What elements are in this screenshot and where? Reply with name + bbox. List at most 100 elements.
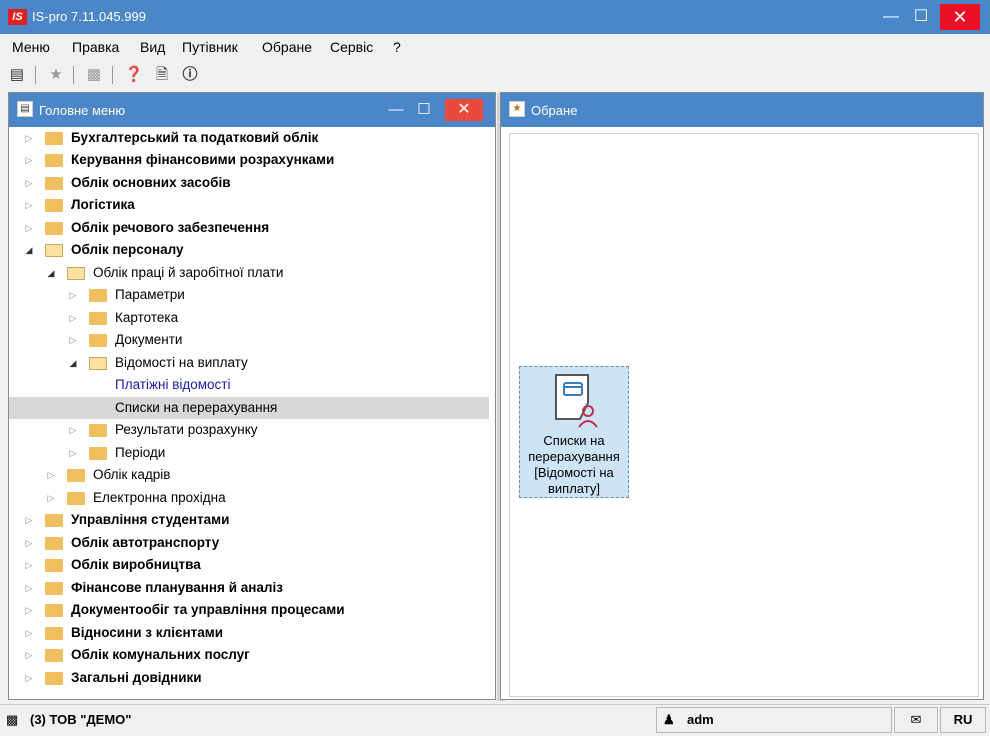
tree-item[interactable]: ▷ Параметри — [9, 284, 489, 306]
expand-arrow-icon[interactable]: ▷ — [23, 131, 35, 145]
language-indicator[interactable]: RU — [940, 707, 986, 733]
expand-arrow-icon[interactable]: ▷ — [67, 333, 79, 347]
folder-icon — [45, 199, 63, 212]
tree-item-label[interactable]: Списки на перерахування — [115, 400, 277, 415]
tree-item[interactable]: ▷ Документообіг та управління процесами — [9, 599, 489, 621]
tree-item[interactable]: ▷ Періоди — [9, 442, 489, 464]
folder-icon — [45, 582, 63, 595]
open-folder-icon — [67, 267, 85, 280]
tree-item[interactable]: ▷ Облік речового забезпечення — [9, 217, 489, 239]
expand-arrow-icon[interactable]: ▷ — [67, 423, 79, 437]
expand-arrow-icon[interactable]: ▷ — [23, 626, 35, 640]
folder-icon — [45, 672, 63, 685]
tree-item[interactable]: Платіжні відомості — [9, 374, 489, 396]
menu-item-view[interactable]: Вид — [140, 39, 165, 55]
collapse-arrow-icon[interactable]: ◢ — [23, 243, 35, 257]
open-folder-icon — [89, 357, 107, 370]
tree-item[interactable]: ▷ Відносини з клієнтами — [9, 622, 489, 644]
document-list-icon[interactable]: ▤ — [7, 65, 27, 85]
toolbar: ▤ ★ ▩ ❓ 🗎 ⓘ — [0, 62, 990, 88]
tree-item[interactable]: ▷ Облік кадрів — [9, 464, 489, 486]
tree-item[interactable]: ▷ Електронна прохідна — [9, 487, 489, 509]
minimize-button[interactable]: — — [876, 4, 906, 30]
expand-arrow-icon[interactable]: ▷ — [23, 221, 35, 235]
expand-arrow-icon[interactable]: ▷ — [23, 176, 35, 190]
expand-arrow-icon[interactable]: ▷ — [23, 671, 35, 685]
tree-item-label: Фінансове планування й аналіз — [71, 580, 283, 595]
collapse-arrow-icon[interactable]: ◢ — [67, 356, 79, 370]
expand-arrow-icon[interactable]: ▷ — [23, 513, 35, 527]
app-logo: IS — [8, 9, 27, 25]
expand-arrow-icon[interactable]: ▷ — [45, 468, 57, 482]
tree-item[interactable]: ◢ Облік праці й заробітної плати — [9, 262, 489, 284]
tree-item[interactable]: ◢ Облік персоналу — [9, 239, 489, 261]
user-icon: ♟ — [663, 712, 675, 727]
document-info-icon[interactable]: 🗎 — [152, 65, 172, 85]
star-icon[interactable]: ★ — [46, 65, 66, 85]
maximize-button[interactable]: ☐ — [906, 4, 936, 30]
panel-maximize-button[interactable]: ☐ — [411, 99, 437, 121]
info-icon[interactable]: ⓘ — [180, 65, 200, 85]
expand-arrow-icon[interactable]: ▷ — [67, 446, 79, 460]
expand-arrow-icon[interactable]: ▷ — [23, 603, 35, 617]
menu-item-guide[interactable]: Путівник — [182, 39, 238, 55]
tree-item-label: Облік комунальних послуг — [71, 647, 250, 662]
company-name: (3) ТОВ "ДЕМО" — [30, 712, 132, 727]
expand-arrow-icon[interactable]: ▷ — [23, 581, 35, 595]
menu-item-service[interactable]: Сервіс — [330, 39, 373, 55]
expand-arrow-icon[interactable]: ▷ — [23, 558, 35, 572]
user-name: adm — [687, 712, 714, 727]
menu-item-favorites[interactable]: Обране — [262, 39, 312, 55]
expand-arrow-icon[interactable]: ▷ — [67, 311, 79, 325]
panel-minimize-button[interactable]: — — [383, 99, 409, 121]
tree-item-label: Логістика — [71, 197, 135, 212]
mail-icon[interactable]: ✉ — [894, 707, 938, 733]
collapse-arrow-icon[interactable]: ◢ — [45, 266, 57, 280]
folder-icon — [89, 447, 107, 460]
tree-item-selected[interactable]: Списки на перерахування — [9, 397, 489, 419]
expand-arrow-icon[interactable]: ▷ — [23, 648, 35, 662]
favorites-title: Обране — [531, 103, 578, 118]
tree-item-label: Картотека — [115, 310, 179, 325]
factory-icon[interactable]: ▩ — [84, 65, 104, 85]
tree-item[interactable]: ▷ Картотека — [9, 307, 489, 329]
tree-item[interactable]: ▷ Облік автотранспорту — [9, 532, 489, 554]
toolbar-separator — [35, 66, 36, 84]
tree-item-label: Керування фінансовими розрахунками — [71, 152, 335, 167]
favorites-area: Списки на перерахування [Відомості на ви… — [509, 133, 979, 697]
tree-item[interactable]: ▷ Облік комунальних послуг — [9, 644, 489, 666]
menu-item-help[interactable]: ? — [393, 39, 401, 55]
menu-item-edit[interactable]: Правка — [72, 39, 119, 55]
tree-item[interactable]: ▷ Облік виробництва — [9, 554, 489, 576]
tree-item[interactable]: ▷ Керування фінансовими розрахунками — [9, 149, 489, 171]
expand-arrow-icon[interactable]: ▷ — [45, 491, 57, 505]
tree-item[interactable]: ▷ Результати розрахунку — [9, 419, 489, 441]
tree-item[interactable]: ▷ Бухгалтерський та податковий облік — [9, 127, 489, 149]
tree-item[interactable]: ▷ Фінансове планування й аналіз — [9, 577, 489, 599]
tree-item[interactable]: ▷ Документи — [9, 329, 489, 351]
tree-item[interactable]: ▷ Облік основних засобів — [9, 172, 489, 194]
tree-item[interactable]: ▷ Загальні довідники — [9, 667, 489, 689]
expand-arrow-icon[interactable]: ▷ — [23, 198, 35, 212]
favorite-tile-label: Списки на перерахування [Відомості на ви… — [528, 433, 620, 496]
expand-arrow-icon[interactable]: ▷ — [23, 536, 35, 550]
tree-item[interactable]: ▷ Логістика — [9, 194, 489, 216]
folder-icon — [67, 492, 85, 505]
tree-item-label: Бухгалтерський та податковий облік — [71, 130, 319, 145]
help-icon[interactable]: ❓ — [124, 65, 144, 85]
tree-item-label: Періоди — [115, 445, 166, 460]
tree-item-label[interactable]: Платіжні відомості — [115, 377, 231, 392]
favorite-tile[interactable]: Списки на перерахування [Відомості на ви… — [519, 366, 629, 498]
main-menu-title: Головне меню — [39, 103, 126, 118]
folder-icon — [45, 537, 63, 550]
panel-close-button[interactable]: ✕ — [445, 99, 483, 121]
tree-item-label: Облік автотранспорту — [71, 535, 220, 550]
close-button[interactable]: ✕ — [940, 4, 980, 30]
menu-item-menu[interactable]: Меню — [12, 39, 50, 55]
tree-item[interactable]: ▷ Управління студентами — [9, 509, 489, 531]
tree-item-label: Облік праці й заробітної плати — [93, 265, 284, 280]
tree-item[interactable]: ◢ Відомості на виплату — [9, 352, 489, 374]
expand-arrow-icon[interactable]: ▷ — [23, 153, 35, 167]
title-bar: IS IS-pro 7.11.045.999 — ☐ ✕ — [0, 0, 990, 34]
expand-arrow-icon[interactable]: ▷ — [67, 288, 79, 302]
